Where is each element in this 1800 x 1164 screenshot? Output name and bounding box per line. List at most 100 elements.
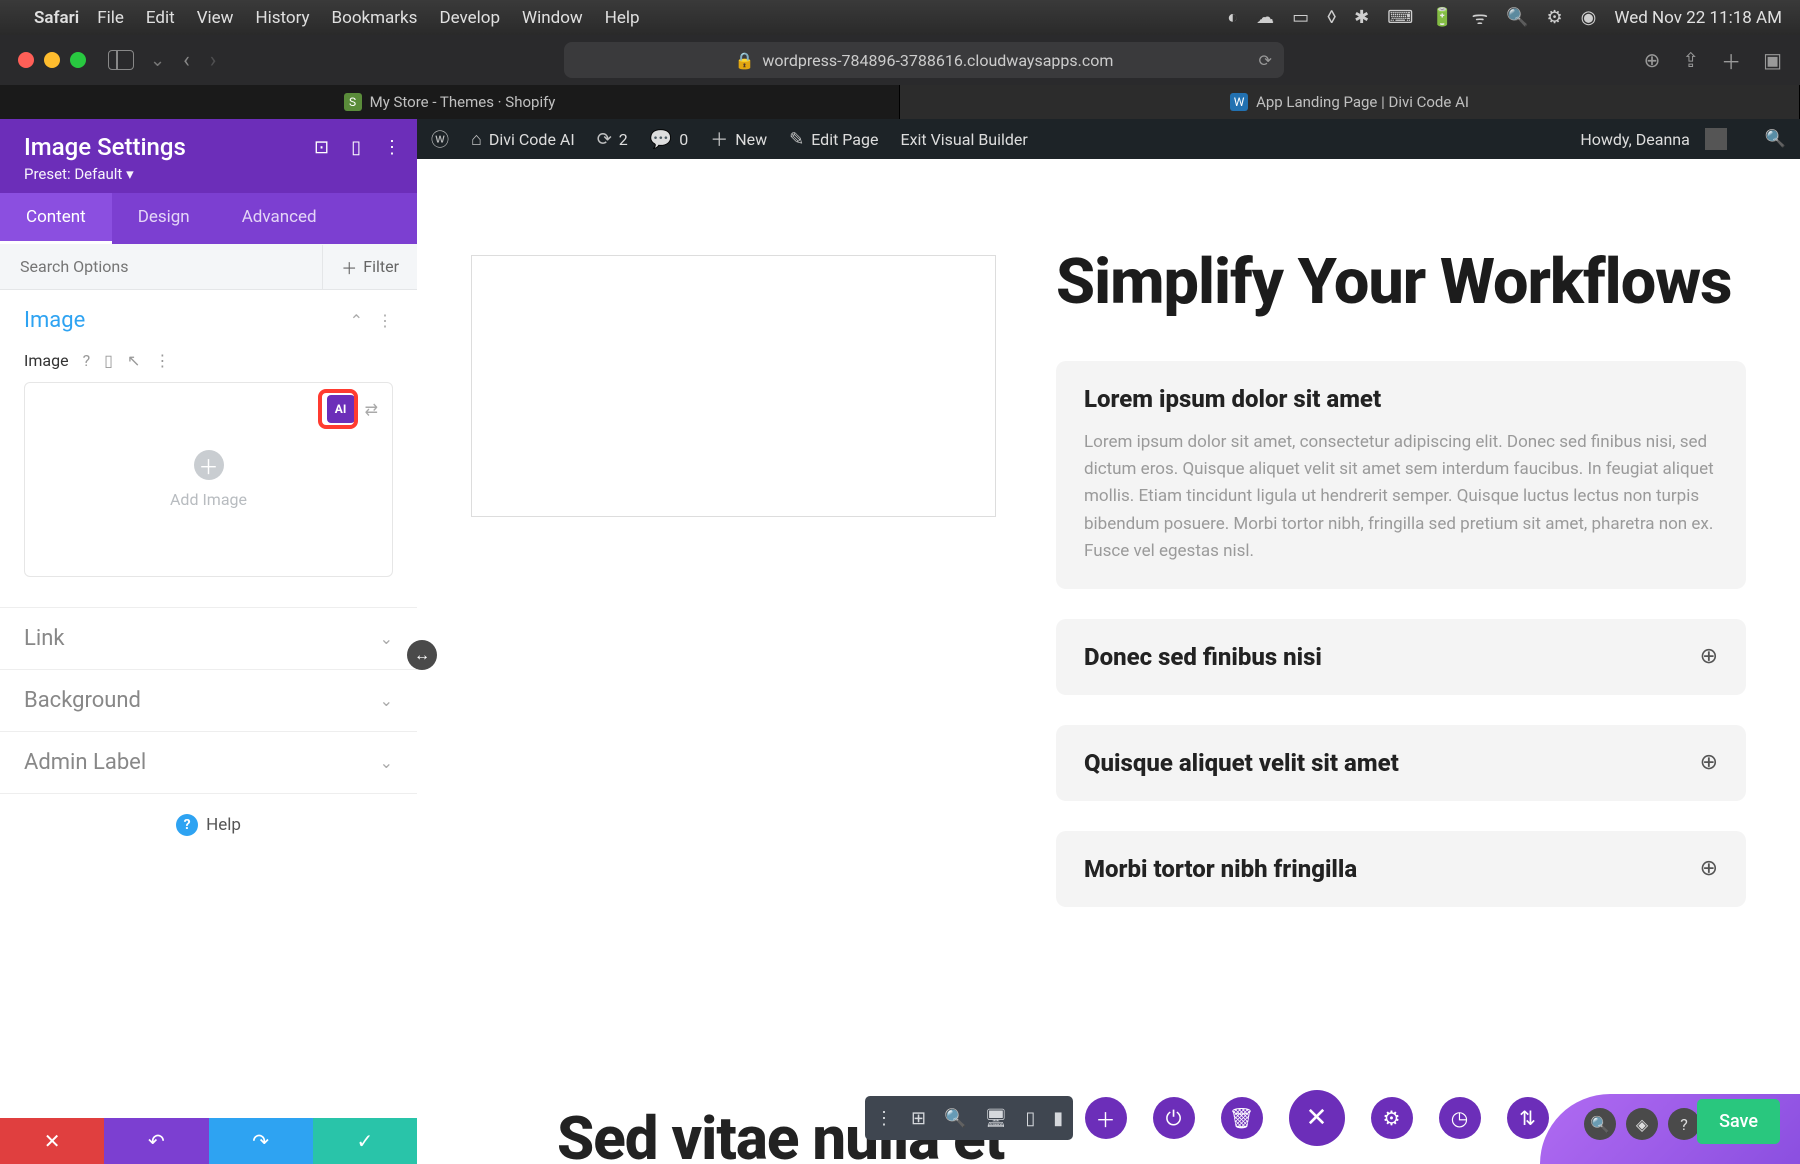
menu-bookmarks[interactable]: Bookmarks [332, 8, 418, 28]
tab-title: My Store - Themes · Shopify [370, 93, 556, 111]
expand-icon[interactable]: ⊕ [1700, 750, 1718, 775]
control-center-icon[interactable]: ⚙ [1547, 7, 1563, 28]
phone-icon[interactable]: ▮ [1053, 1108, 1063, 1129]
help-link[interactable]: ?Help [0, 794, 417, 856]
menu-view[interactable]: View [197, 8, 234, 28]
help-icon[interactable]: ? [83, 351, 91, 370]
section-admin-label[interactable]: Admin Label⌄ [0, 732, 417, 794]
exit-visual-builder[interactable]: Exit Visual Builder [900, 130, 1027, 149]
edit-page-link[interactable]: ✎Edit Page [789, 129, 878, 150]
settings-icon[interactable]: ⇄ [365, 400, 378, 419]
tabs-icon[interactable]: ▣ [1763, 48, 1782, 72]
menu-edit[interactable]: Edit [146, 8, 175, 28]
share-icon[interactable]: ⇪ [1682, 48, 1699, 72]
search-input[interactable] [0, 244, 322, 289]
tab-content[interactable]: Content [0, 193, 112, 244]
menu-window[interactable]: Window [522, 8, 583, 28]
clock[interactable]: Wed Nov 22 11:18 AM [1614, 8, 1782, 28]
site-link[interactable]: ⌂Divi Code AI [471, 129, 575, 150]
minimize-window[interactable] [44, 52, 60, 68]
new-link[interactable]: ＋New [710, 126, 767, 152]
history-button[interactable]: ◷ [1439, 1097, 1481, 1139]
collapse-sidebar-handle[interactable]: ↔ [407, 640, 437, 670]
delete-button[interactable]: 🗑 [1221, 1097, 1263, 1139]
airdrop-icon[interactable]: ◊ [1327, 7, 1336, 28]
comments-link[interactable]: 💬0 [650, 129, 688, 150]
settings-button[interactable]: ⚙ [1371, 1097, 1413, 1139]
close-builder-button[interactable]: ✕ [1289, 1090, 1345, 1146]
folder-icon[interactable]: ▭ [1292, 7, 1309, 28]
sort-button[interactable]: ⇅ [1507, 1097, 1549, 1139]
accordion-item[interactable]: Morbi tortor nibh fringilla⊕ [1056, 831, 1746, 907]
desktop-icon[interactable]: 🖥 [985, 1108, 1008, 1129]
status-icon[interactable]: ◐ [1227, 7, 1238, 28]
updates-link[interactable]: ⟳2 [597, 129, 628, 150]
more-icon[interactable]: ⋮ [377, 311, 393, 330]
layers-tool[interactable]: ◈ [1626, 1108, 1658, 1140]
wireframe-icon[interactable]: ⊞ [911, 1108, 926, 1129]
battery-icon[interactable]: 🔋 [1431, 7, 1453, 28]
image-drop-area[interactable]: AI ⇄ ＋ Add Image [24, 382, 393, 577]
redo-button[interactable]: ↷ [209, 1118, 313, 1164]
tab-design[interactable]: Design [112, 193, 216, 244]
close-window[interactable] [18, 52, 34, 68]
section-toggle[interactable]: Image ⌃⋮ [24, 308, 393, 333]
tablet-icon[interactable]: ▯ [1025, 1108, 1035, 1129]
howdy-user[interactable]: Howdy, Deanna [1580, 128, 1727, 150]
expand-icon[interactable]: ⊕ [1700, 644, 1718, 669]
add-image-button[interactable]: ＋ [194, 450, 224, 480]
section-link[interactable]: Link⌄ [0, 608, 417, 670]
page-headline[interactable]: Simplify Your Workflows [1056, 249, 1746, 317]
address-bar[interactable]: 🔒 wordpress-784896-3788616.cloudwaysapps… [564, 42, 1284, 78]
search-icon[interactable]: 🔍 [1506, 7, 1528, 28]
forward-button[interactable]: › [210, 48, 217, 73]
accordion-item[interactable]: Donec sed finibus nisi⊕ [1056, 619, 1746, 695]
cancel-button[interactable]: ✕ [0, 1118, 104, 1164]
siri-icon[interactable]: ◉ [1581, 7, 1597, 28]
menu-help[interactable]: Help [605, 8, 640, 28]
window-controls[interactable] [18, 52, 86, 68]
cursor-icon[interactable]: ↖ [127, 351, 140, 370]
filter-button[interactable]: ＋Filter [322, 245, 417, 289]
search-icon[interactable]: 🔍 [1765, 129, 1786, 149]
section-background[interactable]: Background⌄ [0, 670, 417, 732]
preset-selector[interactable]: Preset: Default ▾ [24, 165, 393, 183]
hover-icon[interactable]: ⊡ [314, 137, 329, 158]
back-button[interactable]: ‹ [183, 48, 190, 73]
zoom-icon[interactable]: 🔍 [944, 1108, 966, 1129]
sidebar-toggle-icon[interactable] [108, 50, 134, 70]
save-button[interactable]: Save [1697, 1099, 1780, 1144]
more-icon[interactable]: ⋮ [383, 137, 401, 158]
expand-icon[interactable]: ⊕ [1700, 856, 1718, 881]
browser-tab[interactable]: W App Landing Page | Divi Code AI [900, 85, 1800, 119]
image-module-placeholder[interactable] [471, 255, 996, 517]
menu-history[interactable]: History [255, 8, 309, 28]
undo-button[interactable]: ↶ [104, 1118, 208, 1164]
confirm-button[interactable]: ✓ [313, 1118, 417, 1164]
reload-icon[interactable]: ⟳ [1259, 51, 1272, 70]
menu-develop[interactable]: Develop [439, 8, 500, 28]
download-icon[interactable]: ⊕ [1644, 48, 1661, 72]
chevron-down-icon[interactable]: ⌄ [150, 50, 165, 71]
responsive-icon[interactable]: ▯ [351, 137, 361, 158]
power-button[interactable]: ⏻ [1153, 1097, 1195, 1139]
wp-logo[interactable]: ⓦ [431, 126, 449, 152]
add-button[interactable]: ＋ [1085, 1097, 1127, 1139]
status-icon[interactable]: ☁ [1256, 7, 1274, 28]
more-icon[interactable]: ⋮ [154, 351, 170, 370]
wifi-icon[interactable]: ᯤ [1472, 6, 1488, 30]
app-name[interactable]: Safari [34, 8, 79, 28]
tab-advanced[interactable]: Advanced [216, 193, 343, 244]
bluetooth-icon[interactable]: ✱ [1354, 7, 1369, 28]
browser-tab[interactable]: S My Store - Themes · Shopify [0, 85, 900, 119]
maximize-window[interactable] [70, 52, 86, 68]
accordion-item[interactable]: Lorem ipsum dolor sit amet Lorem ipsum d… [1056, 361, 1746, 589]
more-icon[interactable]: ⋮ [875, 1108, 893, 1129]
phone-icon[interactable]: ▯ [104, 351, 113, 370]
accordion-item[interactable]: Quisque aliquet velit sit amet⊕ [1056, 725, 1746, 801]
new-tab-icon[interactable]: ＋ [1721, 46, 1741, 75]
search-tool[interactable]: 🔍 [1584, 1108, 1616, 1140]
keyboard-icon[interactable]: ⌨ [1387, 7, 1413, 28]
help-tool[interactable]: ? [1668, 1108, 1700, 1140]
menu-file[interactable]: File [97, 8, 124, 28]
